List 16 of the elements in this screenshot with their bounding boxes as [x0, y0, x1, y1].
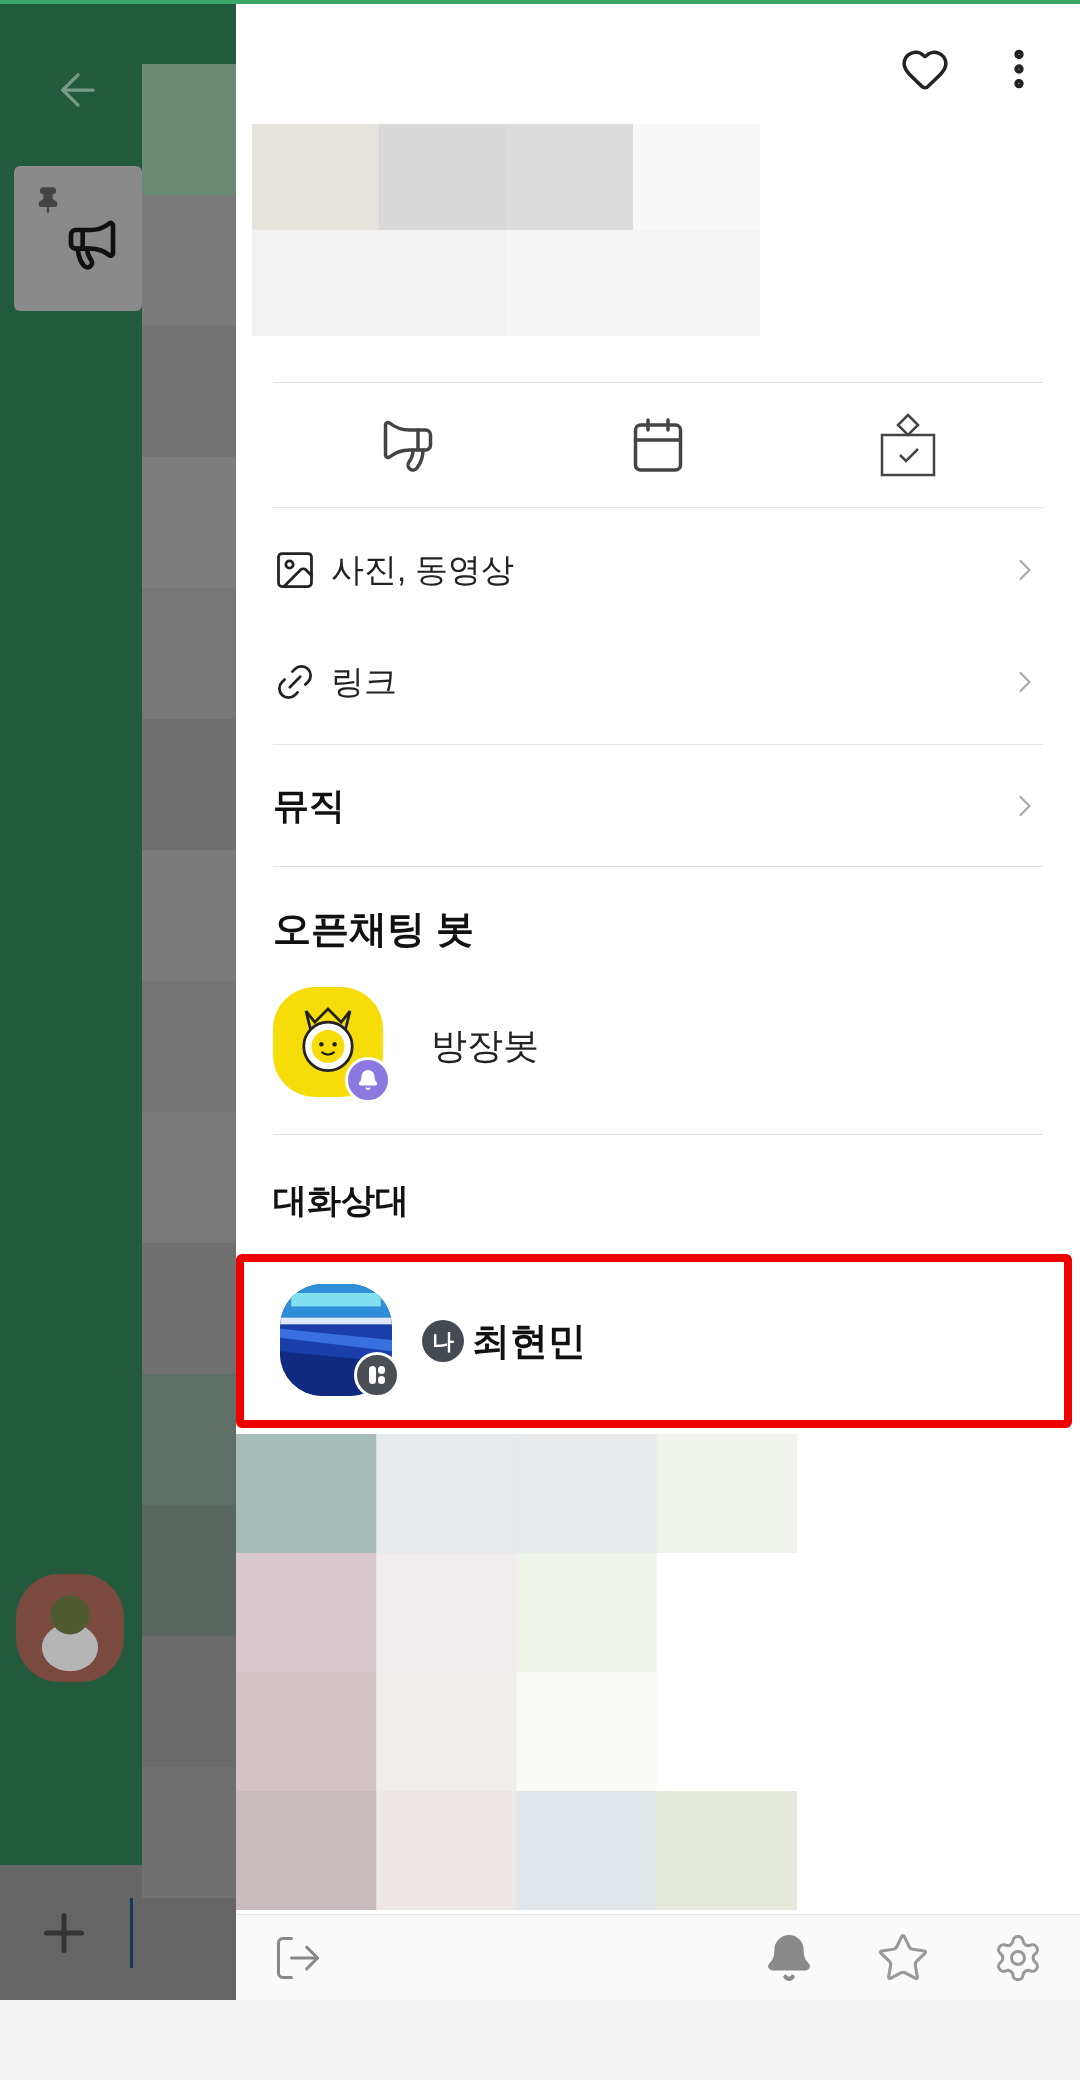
- menu-label: 사진, 동영상: [331, 550, 515, 591]
- member-item[interactable]: 나 최현민: [236, 1254, 1072, 1428]
- text-cursor: [130, 1897, 133, 1968]
- menu-label: 뮤직: [273, 783, 345, 828]
- menu-item[interactable]: 뮤직: [273, 744, 1043, 866]
- ballot-box-icon[interactable]: [878, 413, 938, 477]
- section-title: 오픈채팅 봇: [273, 907, 475, 952]
- me-badge: 나: [422, 1320, 464, 1362]
- notice-card[interactable]: [14, 166, 142, 311]
- menu-label: 링크: [331, 662, 397, 703]
- member-name: 최현민: [472, 1318, 586, 1364]
- menu-item[interactable]: 링크: [273, 626, 1043, 738]
- menu-item[interactable]: 사진, 동영상: [273, 514, 1043, 626]
- section-title: 대화상대: [273, 1180, 410, 1221]
- bot-name: 방장봇: [431, 1024, 539, 1068]
- bot-item[interactable]: 방장봇: [273, 958, 1043, 1134]
